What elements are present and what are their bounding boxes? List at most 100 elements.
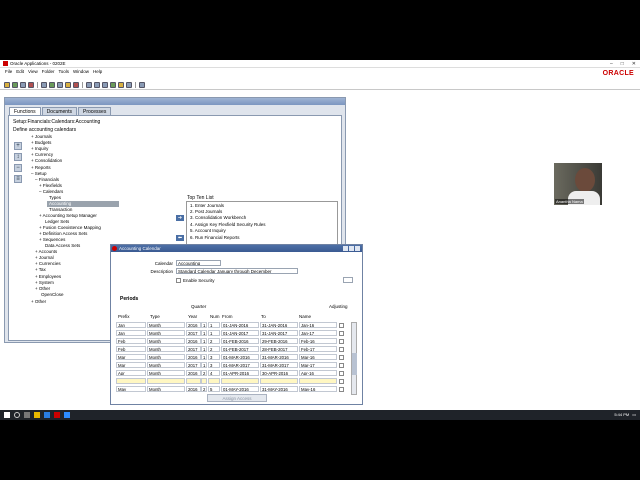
notifications-icon[interactable]: ▭	[632, 412, 636, 417]
period-year-cell[interactable]: 2016	[186, 322, 201, 328]
remove-from-list-icon[interactable]: ⬅	[176, 235, 184, 241]
adjusting-checkbox[interactable]	[339, 323, 344, 328]
period-to-cell[interactable]: 31-JAN-2016	[260, 322, 298, 328]
minimize-icon[interactable]	[343, 246, 348, 251]
period-prefix-cell[interactable]: Mar	[116, 362, 146, 368]
period-from-cell[interactable]: 01-FEB-2017	[221, 346, 259, 352]
adjusting-checkbox[interactable]	[339, 387, 344, 392]
attachments-icon[interactable]	[118, 82, 124, 88]
adjusting-checkbox[interactable]	[339, 331, 344, 336]
meeting-app-icon[interactable]	[64, 412, 70, 418]
period-num-cell[interactable]: 2	[208, 346, 220, 352]
period-name-cell[interactable]: May-16	[299, 386, 337, 392]
periods-scrollbar[interactable]	[351, 322, 357, 395]
top-ten-item[interactable]: 1. Enter Journals	[190, 203, 224, 208]
menu-tools[interactable]: Tools	[57, 69, 70, 76]
period-to-cell[interactable]: 31-JAN-2017	[260, 330, 298, 336]
period-to-cell[interactable]: 31-MAR-2016	[260, 354, 298, 360]
browser-icon[interactable]	[44, 412, 50, 418]
context-field[interactable]	[343, 277, 353, 283]
period-q-cell[interactable]	[201, 378, 207, 384]
calendar-titlebar[interactable]: Accounting Calendar	[111, 245, 362, 252]
tree-item-other-root[interactable]: + Other	[31, 299, 46, 305]
paste-icon[interactable]	[102, 82, 108, 88]
task-view-icon[interactable]	[24, 412, 30, 418]
tree-item-openclose[interactable]: OpenClose	[41, 292, 64, 298]
adjusting-checkbox[interactable]	[339, 355, 344, 360]
period-prefix-cell[interactable]	[116, 378, 146, 384]
copy-icon[interactable]	[94, 82, 100, 88]
period-num-cell[interactable]: 5	[208, 386, 220, 392]
period-prefix-cell[interactable]: May	[116, 386, 146, 392]
navigator-icon[interactable]	[57, 82, 63, 88]
period-type-cell[interactable]: Month	[147, 330, 185, 336]
find-icon[interactable]	[49, 82, 55, 88]
assign-access-button[interactable]: Assign Access	[207, 394, 267, 402]
period-type-cell[interactable]: Month	[147, 338, 185, 344]
period-to-cell[interactable]	[260, 378, 298, 384]
period-num-cell[interactable]: 3	[208, 354, 220, 360]
period-type-cell[interactable]: Month	[147, 362, 185, 368]
period-from-cell[interactable]: 01-MAR-2017	[221, 362, 259, 368]
top-ten-item[interactable]: 5. Account Inquiry	[190, 228, 226, 233]
period-year-cell[interactable]: 2016	[186, 370, 201, 376]
period-type-cell[interactable]: Month	[147, 346, 185, 352]
scrollbar-thumb[interactable]	[352, 353, 357, 375]
menu-folder[interactable]: Folder	[41, 69, 56, 76]
maximize-icon[interactable]	[349, 246, 354, 251]
period-from-cell[interactable]: 01-MAR-2016	[221, 354, 259, 360]
period-year-cell[interactable]: 2017	[186, 346, 201, 352]
top-ten-item[interactable]: 6. Run Financial Reports	[190, 235, 240, 240]
adjusting-checkbox[interactable]	[339, 371, 344, 376]
period-num-cell[interactable]: 1	[208, 322, 220, 328]
adjusting-checkbox[interactable]	[339, 347, 344, 352]
open-folder-icon[interactable]	[4, 82, 10, 88]
period-type-cell[interactable]	[147, 378, 185, 384]
menu-window[interactable]: Window	[72, 69, 90, 76]
period-name-cell[interactable]: Jan-17	[299, 330, 337, 336]
period-year-cell[interactable]: 2017	[186, 362, 201, 368]
close-icon[interactable]: ✕	[632, 61, 636, 67]
period-year-cell[interactable]: 2016	[186, 338, 201, 344]
tree-item-tax[interactable]: + Tax	[35, 267, 46, 273]
period-year-cell[interactable]	[186, 378, 201, 384]
top-ten-item[interactable]: 3. Consolidation Workbench	[190, 215, 246, 220]
period-name-cell[interactable]: Feb-16	[299, 338, 337, 344]
adjusting-checkbox[interactable]	[339, 363, 344, 368]
add-to-list-icon[interactable]: ➜	[176, 215, 184, 221]
period-num-cell[interactable]: 4	[208, 370, 220, 376]
period-name-cell[interactable]: Feb-17	[299, 346, 337, 352]
period-prefix-cell[interactable]: Jan	[116, 330, 146, 336]
save-icon[interactable]	[12, 82, 18, 88]
period-year-cell[interactable]: 2016	[186, 386, 201, 392]
period-prefix-cell[interactable]: Feb	[116, 346, 146, 352]
top-ten-item[interactable]: 2. Post Journals	[190, 209, 222, 214]
period-q-cell[interactable]: 1	[201, 338, 207, 344]
enable-security-checkbox[interactable]	[176, 278, 181, 283]
switch-responsibility-icon[interactable]	[20, 82, 26, 88]
period-from-cell[interactable]: 01-JAN-2016	[221, 322, 259, 328]
period-q-cell[interactable]: 2	[201, 386, 207, 392]
period-to-cell[interactable]: 30-APR-2016	[260, 370, 298, 376]
period-num-cell[interactable]: 1	[208, 330, 220, 336]
tree-item-consolidation[interactable]: + Consolidation	[31, 158, 62, 164]
period-name-cell[interactable]: Apr-16	[299, 370, 337, 376]
period-from-cell[interactable]	[221, 378, 259, 384]
clear-icon[interactable]	[110, 82, 116, 88]
new-record-icon[interactable]	[65, 82, 71, 88]
period-type-cell[interactable]: Month	[147, 354, 185, 360]
period-from-cell[interactable]: 01-MAY-2016	[221, 386, 259, 392]
close-form-icon[interactable]	[41, 82, 47, 88]
cut-icon[interactable]	[86, 82, 92, 88]
period-num-cell[interactable]	[208, 378, 220, 384]
period-q-cell[interactable]: 1	[201, 346, 207, 352]
clock[interactable]: 5:44 PM	[614, 412, 629, 417]
period-to-cell[interactable]: 28-FEB-2017	[260, 346, 298, 352]
period-num-cell[interactable]: 2	[208, 338, 220, 344]
period-name-cell[interactable]: Mar-16	[299, 354, 337, 360]
description-field[interactable]: Standard Calendar January through Decemb…	[176, 268, 298, 274]
calendar-field[interactable]: Accounting	[176, 260, 221, 266]
period-prefix-cell[interactable]: Mar	[116, 354, 146, 360]
period-prefix-cell[interactable]: Jan	[116, 322, 146, 328]
oracle-taskbar-icon[interactable]	[54, 412, 60, 418]
